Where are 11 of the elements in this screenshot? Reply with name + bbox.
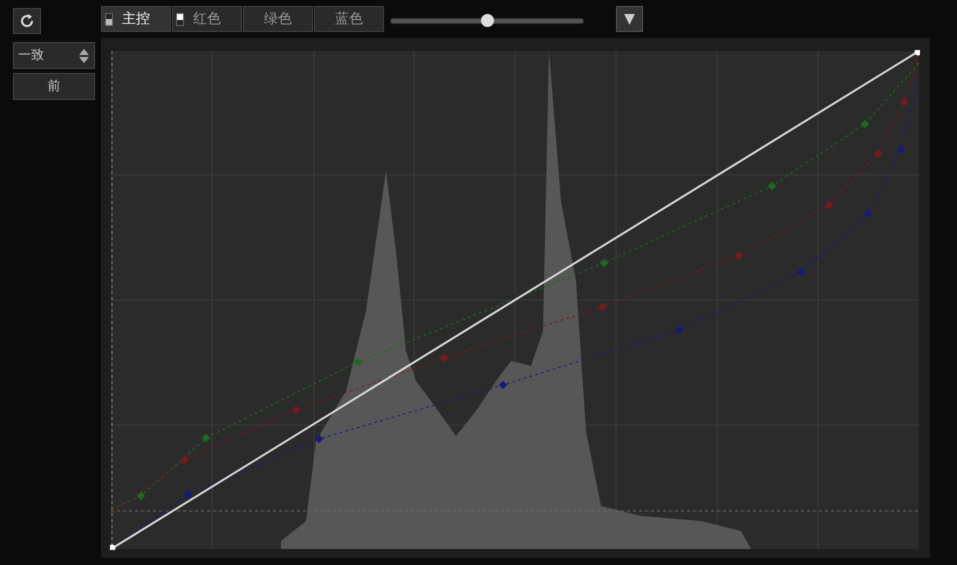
dropdown-button[interactable]: ▼ — [616, 6, 643, 32]
reset-button[interactable] — [13, 8, 41, 34]
channel-tab[interactable]: 主控 — [101, 6, 171, 32]
channel-tab[interactable]: 红色 — [172, 6, 242, 32]
stepper-icon — [78, 48, 90, 64]
before-button[interactable]: 前 — [13, 73, 95, 100]
refresh-icon — [19, 13, 35, 29]
channel-tab[interactable]: 蓝色 — [314, 6, 384, 32]
mode-select[interactable]: 一致 — [13, 42, 95, 69]
mode-value: 一致 — [18, 46, 44, 65]
channel-tab[interactable]: 绿色 — [243, 6, 313, 32]
